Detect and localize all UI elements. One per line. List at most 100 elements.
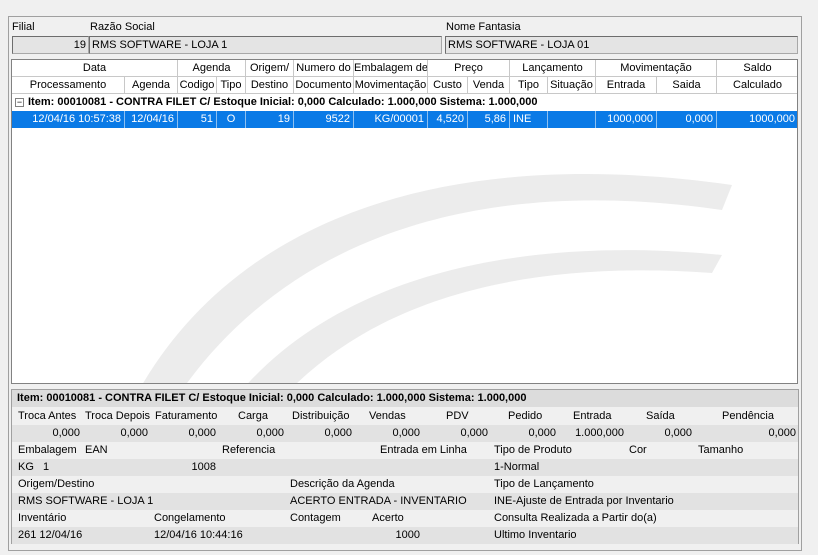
group-row-item[interactable]: − Item: 00010081 - CONTRA FILET C/ Estoq… xyxy=(12,94,797,111)
value-acerto: 1000 xyxy=(395,529,420,541)
grid-header-top: Data Agenda Origem/ Numero do Embalagem … xyxy=(12,60,797,77)
inventario-values-row: 261 12/04/16 12/04/16 10:44:16 1000 Ulti… xyxy=(12,527,798,544)
col-tipo[interactable]: Tipo xyxy=(217,77,246,94)
col-venda[interactable]: Venda xyxy=(468,77,510,94)
col-group-agenda: Agenda xyxy=(178,60,246,77)
stock-labels-row: Troca Antes Troca Depois Faturamento Car… xyxy=(12,408,798,425)
value-congelamento: 12/04/16 10:44:16 xyxy=(154,529,243,541)
origem-values-row: RMS SOFTWARE - LOJA 1 ACERTO ENTRADA - I… xyxy=(12,493,798,510)
value-troca-depois: 0,000 xyxy=(120,427,148,439)
cell-processamento: 12/04/16 10:57:38 xyxy=(12,111,125,128)
value-descricao-agenda: ACERTO ENTRADA - INVENTARIO xyxy=(290,495,467,507)
filial-label: Filial xyxy=(12,21,35,33)
nome-fantasia-label: Nome Fantasia xyxy=(446,21,521,33)
label-carga: Carga xyxy=(238,410,268,422)
col-situacao[interactable]: Situação xyxy=(548,77,596,94)
movement-grid[interactable]: Data Agenda Origem/ Numero do Embalagem … xyxy=(11,59,798,384)
label-cor: Cor xyxy=(629,444,647,456)
razao-social-field[interactable]: RMS SOFTWARE - LOJA 1 xyxy=(89,36,442,54)
label-pedido: Pedido xyxy=(508,410,543,422)
cell-agenda: 12/04/16 xyxy=(125,111,178,128)
label-entrada-em-linha: Entrada em Linha xyxy=(380,444,467,456)
filial-field[interactable]: 19 xyxy=(12,36,89,54)
cell-calculado: 1000,000 xyxy=(717,111,797,128)
value-ean: 1008 xyxy=(191,461,216,473)
label-consulta-partir: Consulta Realizada a Partir do(a) xyxy=(494,512,657,524)
origem-labels-row: Origem/Destino Descrição da Agenda Tipo … xyxy=(12,476,798,493)
cell-tipo: O xyxy=(217,111,246,128)
label-ean: EAN xyxy=(85,444,108,456)
cell-codigo: 51 xyxy=(178,111,217,128)
value-tipo-produto: 1-Normal xyxy=(494,461,540,473)
collapse-icon[interactable]: − xyxy=(15,98,24,107)
col-entrada[interactable]: Entrada xyxy=(596,77,657,94)
label-tamanho: Tamanho xyxy=(698,444,744,456)
label-descricao-agenda: Descrição da Agenda xyxy=(290,478,395,490)
col-lanc-tipo[interactable]: Tipo xyxy=(510,77,548,94)
nome-fantasia-field[interactable]: RMS SOFTWARE - LOJA 01 xyxy=(445,36,798,54)
col-group-saldo: Saldo xyxy=(717,60,797,77)
label-tipo-lancamento: Tipo de Lançamento xyxy=(494,478,594,490)
col-group-embalagem: Embalagem de xyxy=(354,60,428,77)
value-pdv: 0,000 xyxy=(460,427,488,439)
detail-panel: Item: 00010081 - CONTRA FILET C/ Estoque… xyxy=(11,389,799,544)
value-pendencia: 0,000 xyxy=(768,427,796,439)
value-consulta-partir: Ultimo Inventario xyxy=(494,529,577,541)
inventario-labels-row: Inventário Congelamento Contagem Acerto … xyxy=(12,510,798,527)
group-row-label: Item: 00010081 - CONTRA FILET C/ Estoque… xyxy=(28,96,538,108)
value-tipo-lancamento: INE-Ajuste de Entrada por Inventario xyxy=(494,495,674,507)
detail-title: Item: 00010081 - CONTRA FILET C/ Estoque… xyxy=(12,390,798,407)
cell-situacao xyxy=(548,111,596,128)
value-inventario: 261 12/04/16 xyxy=(18,529,83,541)
col-group-numero: Numero do xyxy=(294,60,354,77)
col-processamento-cell[interactable]: Processamento xyxy=(12,77,125,94)
table-row[interactable]: 12/04/16 10:57:38 12/04/16 51 O 19 9522 … xyxy=(12,111,797,128)
grid-header-sub-cells: Processamento Agenda Codigo Tipo Destino… xyxy=(12,77,797,94)
col-agenda[interactable]: Agenda xyxy=(125,77,178,94)
watermark-logo-icon xyxy=(143,174,732,383)
col-group-lancamento: Lançamento xyxy=(510,60,596,77)
label-distribuicao: Distribuição xyxy=(292,410,350,422)
cell-custo: 4,520 xyxy=(428,111,468,128)
col-movimentacao[interactable]: Movimentação xyxy=(354,77,428,94)
value-vendas: 0,000 xyxy=(392,427,420,439)
label-pdv: PDV xyxy=(446,410,469,422)
label-entrada: Entrada xyxy=(573,410,612,422)
label-faturamento: Faturamento xyxy=(155,410,218,422)
cell-destino: 19 xyxy=(246,111,294,128)
cell-venda: 5,86 xyxy=(468,111,510,128)
stock-values-row: 0,000 0,000 0,000 0,000 0,000 0,000 0,00… xyxy=(12,425,798,442)
col-calculado[interactable]: Calculado xyxy=(717,77,797,94)
embalagem-values-row: KG 1 1008 1-Normal xyxy=(12,459,798,476)
value-pedido: 0,000 xyxy=(528,427,556,439)
label-tipo-produto: Tipo de Produto xyxy=(494,444,572,456)
cell-movimentacao: KG/00001 xyxy=(354,111,428,128)
razao-social-label: Razão Social xyxy=(90,21,155,33)
cell-documento: 9522 xyxy=(294,111,354,128)
value-entrada: 1.000,000 xyxy=(575,427,624,439)
label-contagem: Contagem xyxy=(290,512,341,524)
col-group-movimentacao: Movimentação xyxy=(596,60,717,77)
cell-entrada: 1000,000 xyxy=(596,111,657,128)
col-destino[interactable]: Destino xyxy=(246,77,294,94)
label-vendas: Vendas xyxy=(369,410,406,422)
label-troca-antes: Troca Antes xyxy=(18,410,77,422)
value-troca-antes: 0,000 xyxy=(52,427,80,439)
col-saida[interactable]: Saida xyxy=(657,77,717,94)
col-codigo[interactable]: Codigo xyxy=(178,77,217,94)
col-group-preco: Preço xyxy=(428,60,510,77)
col-group-data: Data xyxy=(12,60,178,77)
label-referencia: Referencia xyxy=(222,444,276,456)
value-embalagem: KG 1 xyxy=(18,461,50,473)
cell-saida: 0,000 xyxy=(657,111,717,128)
col-custo[interactable]: Custo xyxy=(428,77,468,94)
value-origem-destino: RMS SOFTWARE - LOJA 1 xyxy=(18,495,154,507)
col-group-origem: Origem/ xyxy=(246,60,294,77)
cell-lanc-tipo: INE xyxy=(510,111,548,128)
label-troca-depois: Troca Depois xyxy=(85,410,151,422)
label-inventario: Inventário xyxy=(18,512,67,524)
label-congelamento: Congelamento xyxy=(154,512,226,524)
col-documento[interactable]: Documento xyxy=(294,77,354,94)
embalagem-labels-row: Embalagem EAN Referencia Entrada em Linh… xyxy=(12,442,798,459)
value-faturamento: 0,000 xyxy=(188,427,216,439)
